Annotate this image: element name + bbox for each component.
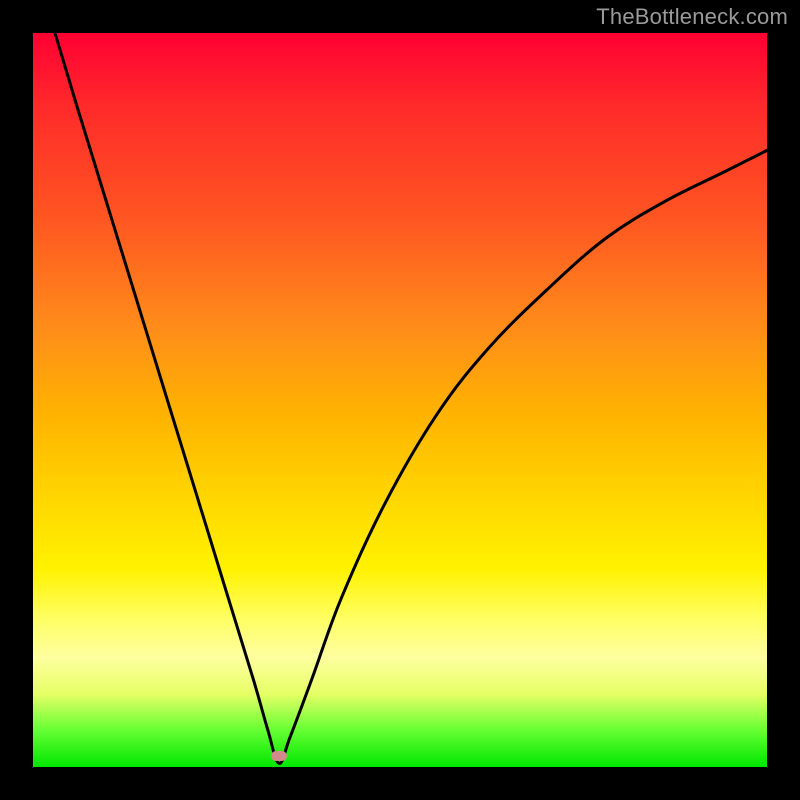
plot-area (33, 33, 767, 767)
bottleneck-curve (33, 33, 767, 767)
curve-path (55, 33, 767, 763)
chart-frame: TheBottleneck.com (0, 0, 800, 800)
optimum-marker (271, 751, 287, 761)
watermark: TheBottleneck.com (596, 4, 788, 30)
